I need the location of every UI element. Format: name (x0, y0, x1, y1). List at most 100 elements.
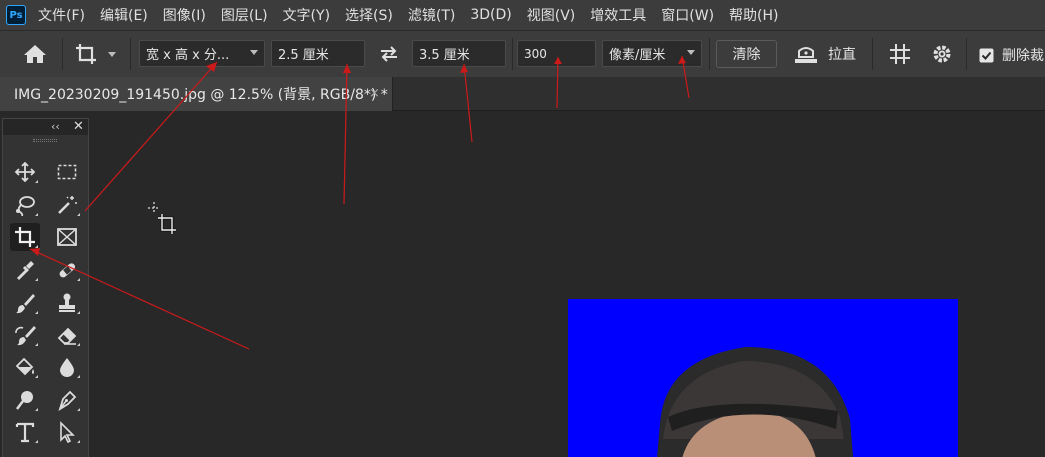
resolution-unit-value: 像素/厘米 (609, 48, 666, 63)
stamp-tool[interactable] (52, 289, 82, 317)
document-tab-bar: IMG_20230209_191450.jpg @ 12.5% (背景, RGB… (0, 77, 1045, 111)
separator (512, 38, 513, 70)
delete-cropped-label: 删除裁 (1002, 48, 1044, 64)
clear-button[interactable]: 清除 (716, 40, 777, 68)
document-tab-title: IMG_20230209_191450.jpg @ 12.5% (背景, RGB… (14, 87, 388, 103)
menu-bar: Ps 文件(F) 编辑(E) 图像(I) 图层(L) 文字(Y) 选择(S) 滤… (0, 0, 1045, 30)
menu-image[interactable]: 图像(I) (163, 5, 206, 25)
width-value: 2.5 厘米 (278, 48, 329, 63)
menu-type[interactable]: 文字(Y) (283, 5, 330, 25)
lasso-icon (16, 196, 35, 216)
more-tools-indicator (77, 311, 80, 314)
separator (62, 38, 63, 70)
more-tools-indicator (35, 440, 38, 443)
crop-tool[interactable] (10, 223, 40, 251)
frame-icon (57, 228, 77, 246)
photo-canvas[interactable] (568, 299, 958, 457)
menu-edit[interactable]: 编辑(E) (100, 5, 148, 25)
magic-wand-tool[interactable] (52, 191, 82, 219)
tools-panel-header: ‹‹ ✕ (3, 119, 88, 135)
swap-icon (381, 46, 397, 62)
pen-tool[interactable] (52, 386, 82, 414)
eraser-tool[interactable] (52, 321, 82, 349)
delete-cropped-checkbox[interactable]: 删除裁 (979, 45, 1044, 65)
collapse-icon[interactable]: ‹‹ (51, 120, 60, 133)
resolution-value: 300 (524, 46, 547, 61)
more-tools-indicator (35, 278, 38, 281)
menu-file[interactable]: 文件(F) (38, 5, 85, 25)
chevron-down-icon (250, 50, 258, 55)
height-value: 3.5 厘米 (419, 48, 470, 63)
straighten-label: 拉直 (828, 47, 856, 63)
panel-grip[interactable] (33, 139, 57, 142)
swap-dimensions-button[interactable] (378, 45, 400, 63)
brush-icon (16, 294, 35, 314)
checkbox-checked-icon (979, 48, 994, 62)
type-tool[interactable] (10, 418, 40, 446)
ratio-preset-select[interactable]: 宽 x 高 x 分... (139, 40, 265, 67)
arrow-icon (60, 421, 75, 443)
paint-bucket-tool[interactable] (10, 353, 40, 381)
path-select-tool[interactable] (52, 418, 82, 446)
separator (872, 38, 873, 70)
more-tools-indicator (77, 375, 80, 378)
frame-tool[interactable] (52, 223, 82, 251)
menu-view[interactable]: 视图(V) (527, 5, 576, 25)
crop-icon (76, 44, 96, 64)
more-tools-indicator (77, 343, 80, 346)
paint-bucket-icon (15, 357, 34, 376)
dodge-tool[interactable] (10, 386, 40, 414)
rect-marquee-icon (57, 164, 77, 180)
eyedropper-icon (17, 261, 34, 280)
magic-wand-icon (58, 196, 77, 214)
resolution-input[interactable]: 300 (517, 40, 596, 67)
width-input[interactable]: 2.5 厘米 (271, 40, 365, 67)
resolution-unit-select[interactable]: 像素/厘米 (602, 40, 702, 67)
more-tools-indicator (35, 213, 38, 216)
straighten-icon (795, 47, 817, 63)
brush-tool[interactable] (10, 289, 40, 317)
portrait-image (657, 347, 854, 457)
menu-help[interactable]: 帮助(H) (729, 5, 778, 25)
height-input[interactable]: 3.5 厘米 (412, 40, 506, 67)
history-brush-tool[interactable] (10, 321, 40, 349)
photoshop-logo: Ps (6, 5, 26, 25)
close-icon[interactable]: × (369, 86, 380, 101)
chevron-down-icon (108, 51, 116, 57)
menu-window[interactable]: 窗口(W) (661, 5, 714, 25)
crop-cursor-icon (148, 202, 176, 234)
crop-settings-button[interactable] (930, 42, 954, 66)
straighten-button[interactable]: 拉直 (793, 41, 856, 67)
menu-filter[interactable]: 滤镜(T) (408, 5, 455, 25)
blur-tool[interactable] (52, 353, 82, 381)
marquee-tool[interactable] (52, 158, 82, 186)
separator (966, 38, 967, 70)
drop-icon (60, 358, 74, 377)
more-tools-indicator (35, 245, 38, 248)
move-icon (14, 161, 36, 183)
eyedropper-tool[interactable] (10, 256, 40, 284)
home-button[interactable] (22, 43, 48, 65)
lasso-tool[interactable] (10, 191, 40, 219)
crop-tool-preset[interactable] (74, 42, 116, 66)
pen-icon (58, 390, 77, 411)
menu-plugins[interactable]: 增效工具 (590, 5, 646, 25)
chevron-down-icon (687, 50, 695, 55)
move-tool[interactable] (10, 158, 40, 186)
menu-3d[interactable]: 3D(D) (470, 7, 511, 23)
more-tools-indicator (77, 408, 80, 411)
menu-select[interactable]: 选择(S) (345, 5, 393, 25)
ratio-preset-value: 宽 x 高 x 分... (146, 48, 230, 63)
photoshop-window: Ps 文件(F) 编辑(E) 图像(I) 图层(L) 文字(Y) 选择(S) 滤… (0, 0, 1045, 457)
menu-layer[interactable]: 图层(L) (221, 5, 268, 25)
healing-tool[interactable] (52, 256, 82, 284)
crop-icon (15, 227, 35, 247)
eraser-icon (57, 327, 77, 345)
close-icon[interactable]: ✕ (73, 119, 84, 134)
document-tab[interactable]: IMG_20230209_191450.jpg @ 12.5% (背景, RGB… (0, 77, 393, 111)
overlay-options-button[interactable] (888, 42, 912, 66)
grid-icon (890, 44, 910, 64)
bandage-icon (59, 263, 76, 278)
dodge-icon (16, 391, 33, 410)
home-icon (24, 45, 46, 63)
